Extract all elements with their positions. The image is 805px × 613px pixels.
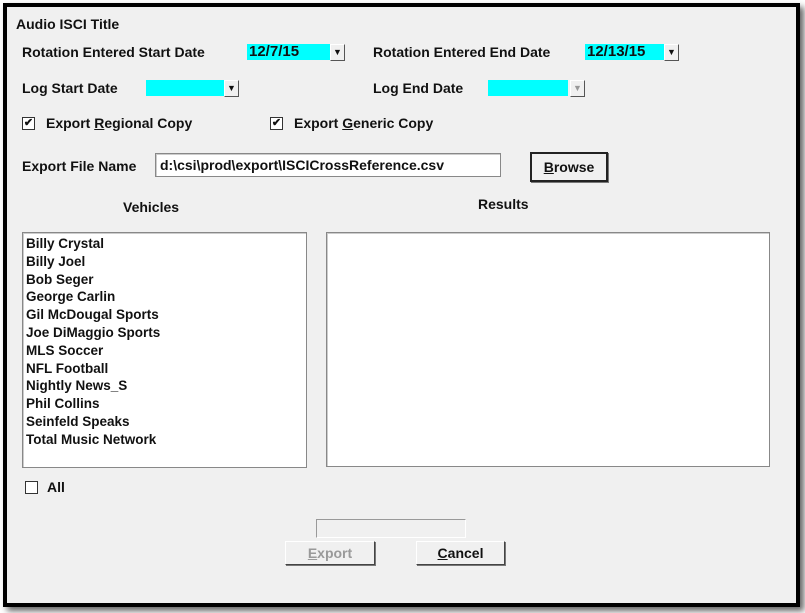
list-item[interactable]: Billy Crystal: [23, 235, 306, 253]
label-accel: E: [307, 545, 318, 561]
all-label[interactable]: All: [47, 479, 65, 495]
label-accel: B: [543, 159, 554, 175]
chevron-down-icon[interactable]: ▼: [664, 44, 679, 61]
list-item[interactable]: Bob Seger: [23, 271, 306, 289]
chevron-down-icon: ▼: [570, 80, 585, 97]
label-accel: R: [94, 115, 105, 131]
list-item[interactable]: George Carlin: [23, 288, 306, 306]
label-part: Export: [294, 115, 343, 131]
label-part: eneric Copy: [353, 115, 434, 131]
label-part: egional Copy: [104, 115, 193, 131]
results-listbox[interactable]: [326, 232, 770, 467]
vehicles-header: Vehicles: [123, 199, 180, 215]
list-item[interactable]: Billy Joel: [23, 253, 306, 271]
log-start-input[interactable]: [146, 80, 224, 96]
export-regional-checkbox[interactable]: ✔: [22, 117, 35, 130]
label-part: xport: [317, 545, 353, 561]
cancel-button[interactable]: Cancel: [416, 541, 505, 565]
chevron-down-icon[interactable]: ▼: [330, 44, 345, 61]
rotation-start-label: Rotation Entered Start Date: [22, 44, 205, 60]
rotation-end-input[interactable]: 12/13/15: [585, 44, 664, 60]
label-accel: C: [437, 545, 448, 561]
results-header: Results: [478, 196, 529, 212]
vehicles-listbox[interactable]: Billy Crystal Billy Joel Bob Seger George C…: [22, 232, 307, 468]
dialog-title: Audio ISCI Title: [16, 16, 120, 32]
label-accel: G: [342, 115, 354, 131]
export-button: Export: [285, 541, 375, 565]
progress-bar: [316, 519, 466, 538]
export-generic-checkbox[interactable]: ✔: [270, 117, 283, 130]
list-item[interactable]: MLS Soccer: [23, 342, 306, 360]
list-item[interactable]: Phil Collins: [23, 395, 306, 413]
list-item[interactable]: Total Music Network: [23, 431, 306, 449]
log-start-label: Log Start Date: [22, 80, 118, 96]
list-item[interactable]: Nightly News_S: [23, 377, 306, 395]
chevron-down-icon[interactable]: ▼: [224, 80, 239, 97]
rotation-end-label: Rotation Entered End Date: [373, 44, 551, 60]
log-end-label: Log End Date: [373, 80, 464, 96]
label-part: ancel: [447, 545, 484, 561]
export-regional-label[interactable]: Export Regional Copy: [46, 115, 192, 131]
dialog-window: Audio ISCI Title Rotation Entered Start …: [3, 3, 800, 607]
list-item[interactable]: NFL Football: [23, 360, 306, 378]
label-part: rowse: [553, 159, 595, 175]
rotation-start-input[interactable]: 12/7/15: [247, 44, 330, 60]
log-end-input[interactable]: [488, 80, 568, 96]
all-checkbox[interactable]: [25, 481, 38, 494]
list-item[interactable]: Gil McDougal Sports: [23, 306, 306, 324]
list-item[interactable]: Joe DiMaggio Sports: [23, 324, 306, 342]
export-file-label: Export File Name: [22, 158, 137, 174]
list-item[interactable]: Seinfeld Speaks: [23, 413, 306, 431]
export-generic-label[interactable]: Export Generic Copy: [294, 115, 433, 131]
label-part: Export: [46, 115, 95, 131]
browse-button[interactable]: Browse: [530, 152, 608, 182]
export-file-input[interactable]: d:\csi\prod\export\ISCICrossReference.cs…: [155, 153, 501, 177]
